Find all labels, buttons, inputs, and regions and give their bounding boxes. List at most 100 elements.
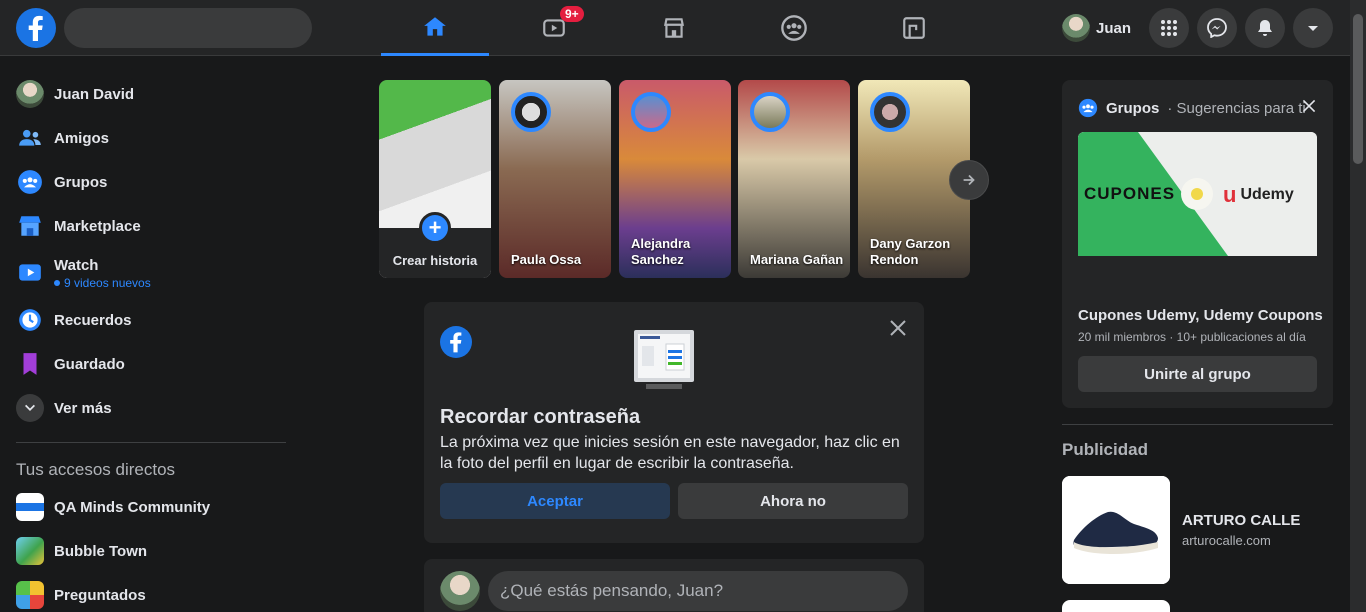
plus-icon: + xyxy=(419,212,451,244)
profile-chip[interactable]: Juan xyxy=(1062,12,1131,44)
story-card[interactable]: Alejandra Sanchez xyxy=(619,80,731,278)
shortcut-label: Bubble Town xyxy=(54,542,148,560)
page-scrollbar[interactable] xyxy=(1350,0,1366,612)
groups-icon xyxy=(1078,98,1098,118)
divider xyxy=(1062,424,1333,425)
chevron-down-icon xyxy=(16,394,44,422)
sidebar-item-label: Ver más xyxy=(54,399,112,417)
search-input[interactable] xyxy=(64,8,312,48)
not-now-button[interactable]: Ahora no xyxy=(678,483,908,519)
group-suggestion-card: Grupos · Sugerencias para ti CUPONES u U… xyxy=(1062,80,1333,408)
facebook-logo-icon xyxy=(440,326,472,358)
sidebar-item-profile[interactable]: Juan David xyxy=(8,72,288,116)
sidebar-item-label: Recuerdos xyxy=(54,311,132,329)
tab-watch[interactable]: 9+ xyxy=(500,0,608,56)
ad-item[interactable]: ARTURO CALLE arturocalle.com xyxy=(1062,476,1300,584)
watch-icon xyxy=(16,259,44,287)
bookmark-icon xyxy=(16,350,44,378)
top-bar: 9+ Juan xyxy=(0,0,1350,56)
sidebar-item-watch[interactable]: Watch 9 videos nuevos xyxy=(8,248,288,298)
store-icon xyxy=(664,18,684,38)
story-card[interactable]: Mariana Gañan xyxy=(738,80,850,278)
sidebar-item-marketplace[interactable]: Marketplace xyxy=(8,204,288,248)
tab-groups[interactable] xyxy=(740,0,848,56)
avatar xyxy=(750,92,790,132)
facebook-logo-icon[interactable] xyxy=(16,8,56,48)
friends-icon xyxy=(16,124,44,152)
post-composer: ¿Qué estás pensando, Juan? xyxy=(424,559,924,612)
close-icon xyxy=(890,320,906,336)
chevron-down-icon xyxy=(1308,26,1318,31)
story-card[interactable]: Paula Ossa xyxy=(499,80,611,278)
sidebar-item-memories[interactable]: Recuerdos xyxy=(8,298,288,342)
story-author: Alejandra Sanchez xyxy=(631,236,691,267)
dismiss-button[interactable] xyxy=(1301,98,1317,119)
grid-menu-icon xyxy=(1161,20,1177,36)
whats-on-your-mind-input[interactable]: ¿Qué estás pensando, Juan? xyxy=(488,571,908,611)
story-author: Dany Garzon Rendon xyxy=(870,236,951,267)
banner-text-right: Udemy xyxy=(1240,186,1294,203)
tab-marketplace[interactable] xyxy=(620,0,728,56)
game-thumbnail xyxy=(16,537,44,565)
close-icon xyxy=(1302,99,1316,113)
groups-icon xyxy=(781,15,807,41)
avatar xyxy=(631,92,671,132)
arrow-right-icon xyxy=(963,174,975,186)
profile-name: Juan xyxy=(1096,19,1132,37)
ad-url: arturocalle.com xyxy=(1182,533,1271,548)
store-icon xyxy=(16,212,44,240)
messenger-button[interactable] xyxy=(1197,8,1237,48)
card-description: La próxima vez que inicies sesión en est… xyxy=(440,434,900,472)
ad-image[interactable] xyxy=(1062,600,1170,612)
tab-gaming[interactable] xyxy=(860,0,968,56)
group-banner-image[interactable]: CUPONES u Udemy xyxy=(1078,132,1317,256)
see-more-button[interactable]: Ver más xyxy=(8,386,288,430)
shortcut-qa-minds[interactable]: QA Minds Community xyxy=(8,485,288,529)
notifications-button[interactable] xyxy=(1245,8,1285,48)
stories-next-button[interactable] xyxy=(949,160,989,200)
divider xyxy=(16,442,286,443)
account-menu-button[interactable] xyxy=(1293,8,1333,48)
left-sidebar: Juan David Amigos Grupos Marketplace Wat… xyxy=(8,72,288,612)
gaming-icon xyxy=(903,17,925,39)
shortcut-bubble-town[interactable]: Bubble Town xyxy=(8,529,288,573)
notification-badge: 9+ xyxy=(560,6,584,22)
bell-icon xyxy=(1258,20,1272,36)
scroll-thumb[interactable] xyxy=(1353,14,1363,164)
shortcuts-title: Tus accesos directos xyxy=(16,460,176,479)
messenger-icon xyxy=(1207,18,1227,38)
story-author: Mariana Gañan xyxy=(750,252,844,267)
close-button[interactable] xyxy=(888,318,908,343)
game-thumbnail xyxy=(16,581,44,609)
avatar[interactable] xyxy=(440,571,480,611)
accept-button[interactable]: Aceptar xyxy=(440,483,670,519)
sidebar-item-groups[interactable]: Grupos xyxy=(8,160,288,204)
sidebar-item-label: Grupos xyxy=(54,173,108,191)
ad-brand: ARTURO CALLE xyxy=(1182,512,1301,529)
sidebar-item-saved[interactable]: Guardado xyxy=(8,342,288,386)
group-card-subheading: · Sugerencias para ti xyxy=(1167,99,1306,117)
avatar xyxy=(511,92,551,132)
ad-image[interactable] xyxy=(1062,476,1170,584)
watch-new-videos: 9 videos nuevos xyxy=(64,275,151,290)
sponsored-title: Publicidad xyxy=(1062,440,1148,459)
group-name[interactable]: Cupones Udemy, Udemy Coupons xyxy=(1078,307,1323,324)
menu-button[interactable] xyxy=(1149,8,1189,48)
shortcut-label: Preguntados xyxy=(54,586,146,604)
sneaker-image xyxy=(1062,476,1170,584)
tab-home[interactable] xyxy=(381,0,489,56)
monitor-illustration-icon xyxy=(634,330,694,389)
join-group-button[interactable]: Unirte al grupo xyxy=(1078,356,1317,392)
remember-password-card: Recordar contraseña La próxima vez que i… xyxy=(424,302,924,543)
group-meta: 20 mil miembros · 10+ publicaciones al d… xyxy=(1078,330,1306,344)
sidebar-item-label: Marketplace xyxy=(54,217,141,235)
avatar xyxy=(16,80,44,108)
avatar xyxy=(870,92,910,132)
home-icon xyxy=(424,16,446,36)
sidebar-item-friends[interactable]: Amigos xyxy=(8,116,288,160)
sidebar-item-label: Amigos xyxy=(54,129,110,147)
avatar xyxy=(1062,14,1090,42)
create-story-card[interactable]: + Crear historia xyxy=(379,80,491,278)
shortcut-preguntados[interactable]: Preguntados xyxy=(8,573,288,612)
shortcut-label: QA Minds Community xyxy=(54,498,211,516)
